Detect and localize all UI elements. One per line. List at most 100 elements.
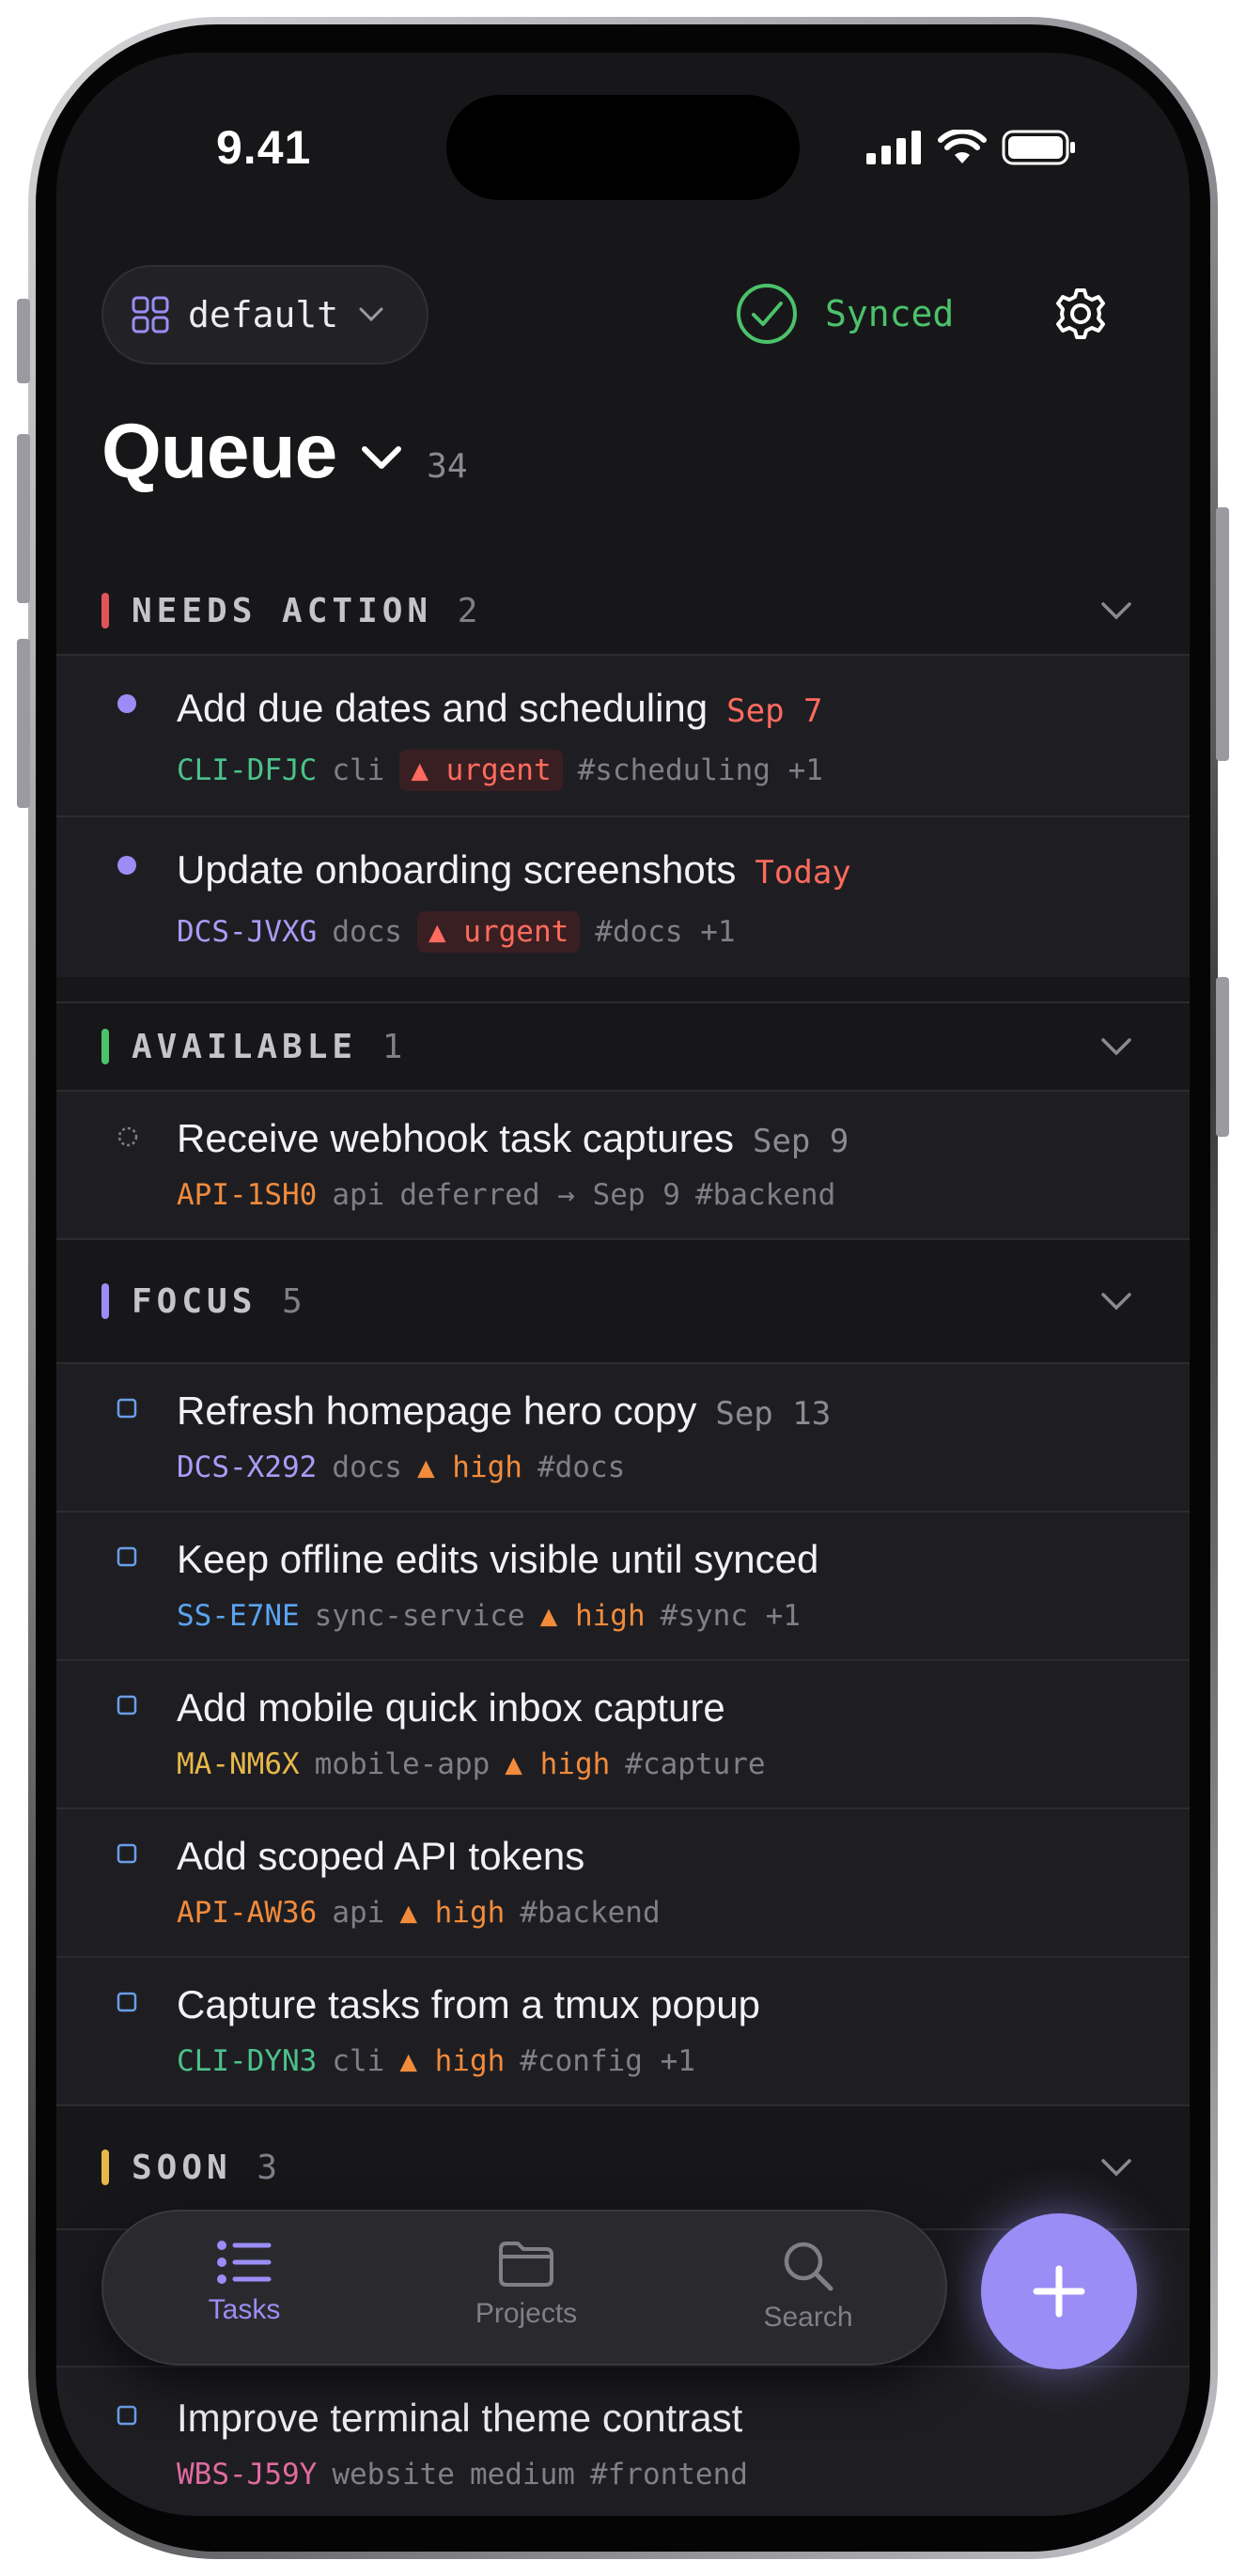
task-meta: SS-E7NE sync-service ▲ high #sync +1: [177, 1599, 801, 1633]
section-title: SOON 3: [132, 2148, 278, 2187]
workspace-label: default: [188, 294, 339, 335]
task-row[interactable]: Capture tasks from a tmux popup CLI-DYN3…: [56, 1956, 1190, 2104]
sync-label: Synced: [825, 293, 955, 334]
tab-search[interactable]: Search: [705, 2240, 911, 2334]
section-available[interactable]: AVAILABLE 1: [56, 1001, 1190, 1090]
tab-label: Tasks: [208, 2294, 281, 2325]
priority-label: ▲ high: [399, 1896, 506, 1930]
priority-badge: ▲ urgent: [399, 750, 563, 791]
priority-label: ▲ high: [539, 1599, 646, 1633]
task-id: SS-E7NE: [177, 1599, 300, 1633]
task-row[interactable]: Update onboarding screenshots Today DCS-J…: [56, 815, 1190, 977]
due-date: Sep 13: [715, 1395, 832, 1433]
task-title: Refresh homepage hero copy Sep 13: [177, 1389, 832, 1433]
square-icon: [117, 2405, 137, 2426]
task-meta: API-1SH0 api deferred → Sep 9 #backend: [177, 1178, 835, 1212]
dot-icon: [117, 856, 136, 875]
task-meta: CLI-DYN3 cli ▲ high #config +1: [177, 2044, 695, 2078]
task-row[interactable]: Add mobile quick inbox capture MA-NM6X m…: [56, 1659, 1190, 1808]
camera-control-button: [1216, 977, 1229, 1137]
task-row[interactable]: Keep offline edits visible until synced …: [56, 1511, 1190, 1659]
task-title: Improve terminal theme contrast: [177, 2396, 743, 2440]
status-time: 9.41: [216, 121, 312, 174]
dot-icon: [117, 694, 136, 713]
section-title: NEEDS ACTION 2: [132, 591, 478, 630]
square-icon: [117, 1546, 137, 1567]
section-title: FOCUS 5: [132, 1281, 303, 1321]
task-row[interactable]: Receive webhook task captures Sep 9 API-1…: [56, 1090, 1190, 1238]
wifi-icon: [938, 130, 987, 163]
task-meta: CLI-DFJC cli ▲ urgent #scheduling +1: [177, 750, 823, 791]
chevron-down-icon: [359, 307, 383, 322]
chevron-down-icon: [1101, 1293, 1131, 1311]
volume-up-button: [17, 434, 30, 603]
project-name: website: [332, 2458, 455, 2491]
project-name: sync-service: [314, 1599, 525, 1633]
battery-icon: [1002, 130, 1075, 165]
settings-gear-icon[interactable]: [1054, 287, 1107, 340]
workspace-selector[interactable]: default: [101, 265, 428, 365]
tab-bar: Tasks Projects Search: [101, 2210, 947, 2366]
chevron-down-icon: [362, 446, 402, 469]
tab-projects[interactable]: Projects: [423, 2240, 630, 2330]
tab-label: Projects: [475, 2298, 578, 2329]
volume-down-button: [17, 639, 30, 808]
tags: #sync +1: [660, 1599, 801, 1633]
task-meta: WBS-J59Y website medium #frontend: [177, 2458, 748, 2491]
status-icons: [866, 130, 1077, 165]
tags: #capture: [625, 1747, 766, 1781]
due-date: Sep 9: [752, 1123, 849, 1160]
section-color-bar: [101, 1283, 109, 1319]
due-date: Sep 7: [726, 692, 823, 730]
queue-count: 34: [427, 447, 468, 486]
task-meta: DCS-JVXG docs ▲ urgent #docs +1: [177, 911, 736, 953]
sync-status[interactable]: Synced: [735, 282, 954, 346]
dashed-circle-icon: [117, 1126, 138, 1147]
section-color-bar: [101, 593, 109, 628]
task-id: DCS-X292: [177, 1451, 318, 1484]
section-color-bar: [101, 2149, 109, 2185]
tags: #docs +1: [595, 915, 736, 949]
priority-label: medium: [469, 2458, 575, 2491]
square-icon: [117, 1695, 137, 1715]
priority-label: ▲ high: [399, 2044, 506, 2078]
priority-badge: ▲ urgent: [416, 911, 581, 953]
plus-icon: [1033, 2265, 1085, 2318]
page-title: Queue: [101, 409, 337, 494]
add-task-button[interactable]: [981, 2213, 1137, 2369]
dynamic-island: [446, 95, 800, 200]
project-name: api: [332, 1178, 385, 1212]
task-row[interactable]: Improve terminal theme contrast WBS-J59Y…: [56, 2366, 1190, 2516]
list-icon: [217, 2241, 272, 2284]
tags: #scheduling +1: [577, 753, 823, 787]
section-focus[interactable]: FOCUS 5: [56, 1238, 1190, 1362]
tab-tasks[interactable]: Tasks: [141, 2240, 348, 2326]
section-title: AVAILABLE 1: [132, 1027, 403, 1066]
square-icon: [117, 1992, 137, 2012]
task-id: API-AW36: [177, 1896, 318, 1930]
task-row[interactable]: Refresh homepage hero copy Sep 13 DCS-X29…: [56, 1362, 1190, 1511]
tab-label: Search: [763, 2302, 853, 2333]
deferred-note: deferred → Sep 9: [399, 1178, 680, 1212]
task-row[interactable]: Add scoped API tokens API-AW36 api ▲ hig…: [56, 1808, 1190, 1956]
power-button: [1216, 507, 1229, 761]
task-title: Capture tasks from a tmux popup: [177, 1982, 760, 2026]
task-title: Update onboarding screenshots Today: [177, 847, 851, 892]
chevron-down-icon: [1101, 602, 1131, 620]
task-title: Add scoped API tokens: [177, 1834, 585, 1878]
grid-icon: [132, 296, 169, 334]
priority-label: ▲ high: [505, 1747, 611, 1781]
task-title: Add mobile quick inbox capture: [177, 1685, 725, 1730]
project-name: cli: [332, 2044, 385, 2078]
project-name: cli: [332, 753, 385, 787]
priority-label: ▲ high: [416, 1451, 522, 1484]
task-id: DCS-JVXG: [177, 915, 318, 949]
task-meta: DCS-X292 docs ▲ high #docs: [177, 1451, 625, 1484]
section-needs-action[interactable]: NEEDS ACTION 2: [56, 567, 1190, 654]
queue-header[interactable]: Queue 34: [101, 408, 468, 496]
task-row[interactable]: Add due dates and scheduling Sep 7 CLI-DF…: [56, 654, 1190, 815]
due-date: Today: [755, 854, 851, 892]
tags: #docs: [537, 1451, 626, 1484]
task-id: CLI-DFJC: [177, 753, 318, 787]
project-name: api: [332, 1896, 385, 1930]
